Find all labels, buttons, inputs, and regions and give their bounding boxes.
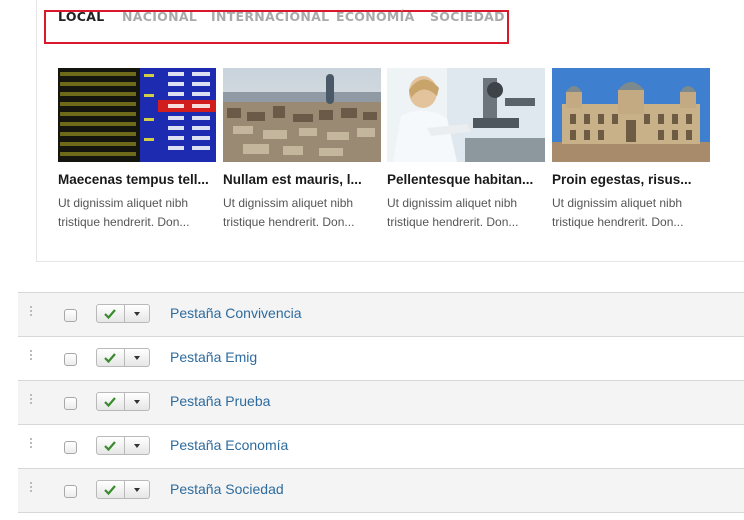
article-excerpt-line: Ut dignissim aliquet nibh bbox=[387, 196, 518, 210]
tab-sociedad[interactable]: SOCIEDAD bbox=[430, 9, 505, 24]
table-row: Pestaña Emig bbox=[18, 337, 744, 381]
city-skyline-image[interactable] bbox=[223, 68, 381, 162]
row-title-link[interactable]: Pestaña Convivencia bbox=[170, 305, 302, 321]
row-checkbox[interactable] bbox=[64, 309, 77, 322]
article-title[interactable]: Nullam est mauris, l... bbox=[223, 172, 381, 187]
tabs-list: Pestaña Convivencia Pestaña Emig Pestaña… bbox=[18, 292, 744, 513]
table-row: Pestaña Sociedad bbox=[18, 469, 744, 513]
article-excerpt-line: tristique hendrerit. Don... bbox=[552, 215, 684, 229]
row-title-link[interactable]: Pestaña Sociedad bbox=[170, 481, 284, 497]
article-excerpt: Ut dignissim aliquet nibh tristique hend… bbox=[387, 194, 545, 232]
article-excerpt-line: Ut dignissim aliquet nibh bbox=[58, 196, 189, 210]
article-excerpt-line: tristique hendrerit. Don... bbox=[387, 215, 519, 229]
status-dropdown-button[interactable] bbox=[125, 437, 149, 454]
row-checkbox[interactable] bbox=[64, 397, 77, 410]
status-toggle bbox=[96, 480, 150, 499]
status-toggle bbox=[96, 348, 150, 367]
check-icon bbox=[104, 441, 116, 452]
row-title-link[interactable]: Pestaña Prueba bbox=[170, 393, 270, 409]
tab-internacional[interactable]: INTERNACIONAL bbox=[211, 9, 329, 24]
status-dropdown-button[interactable] bbox=[125, 305, 149, 322]
article-excerpt-line: Ut dignissim aliquet nibh bbox=[552, 196, 683, 210]
article-excerpt: Ut dignissim aliquet nibh tristique hend… bbox=[58, 194, 216, 232]
row-checkbox[interactable] bbox=[64, 353, 77, 366]
table-row: Pestaña Convivencia bbox=[18, 293, 744, 337]
drag-handle-icon[interactable] bbox=[30, 306, 36, 320]
article-excerpt: Ut dignissim aliquet nibh tristique hend… bbox=[552, 194, 710, 232]
drag-handle-icon[interactable] bbox=[30, 482, 36, 496]
check-icon bbox=[104, 353, 116, 364]
tab-economia[interactable]: ECONOMÍA bbox=[336, 9, 415, 24]
drag-handle-icon[interactable] bbox=[30, 438, 36, 452]
status-dropdown-button[interactable] bbox=[125, 349, 149, 366]
table-row: Pestaña Economía bbox=[18, 425, 744, 469]
published-toggle-button[interactable] bbox=[97, 481, 125, 498]
article-excerpt-line: tristique hendrerit. Don... bbox=[223, 215, 355, 229]
article-excerpt-line: Ut dignissim aliquet nibh bbox=[223, 196, 354, 210]
article-card: Maecenas tempus tell... Ut dignissim ali… bbox=[58, 68, 216, 232]
row-checkbox[interactable] bbox=[64, 441, 77, 454]
article-title[interactable]: Maecenas tempus tell... bbox=[58, 172, 216, 187]
article-card: Nullam est mauris, l... Ut dignissim ali… bbox=[223, 68, 381, 232]
stock-board-image[interactable] bbox=[58, 68, 216, 162]
row-checkbox[interactable] bbox=[64, 485, 77, 498]
status-toggle bbox=[96, 436, 150, 455]
article-excerpt: Ut dignissim aliquet nibh tristique hend… bbox=[223, 194, 381, 232]
published-toggle-button[interactable] bbox=[97, 437, 125, 454]
tab-local[interactable]: LOCAL bbox=[58, 9, 104, 24]
drag-handle-icon[interactable] bbox=[30, 350, 36, 364]
check-icon bbox=[104, 309, 116, 320]
check-icon bbox=[104, 397, 116, 408]
table-row: Pestaña Prueba bbox=[18, 381, 744, 425]
article-card: Pellentesque habitan... Ut dignissim ali… bbox=[387, 68, 545, 232]
status-dropdown-button[interactable] bbox=[125, 481, 149, 498]
article-excerpt-line: tristique hendrerit. Don... bbox=[58, 215, 190, 229]
published-toggle-button[interactable] bbox=[97, 349, 125, 366]
article-card: Proin egestas, risus... Ut dignissim ali… bbox=[552, 68, 710, 232]
published-toggle-button[interactable] bbox=[97, 393, 125, 410]
drag-handle-icon[interactable] bbox=[30, 394, 36, 408]
article-title[interactable]: Proin egestas, risus... bbox=[552, 172, 710, 187]
status-toggle bbox=[96, 304, 150, 323]
check-icon bbox=[104, 485, 116, 496]
lab-scientist-image[interactable] bbox=[387, 68, 545, 162]
published-toggle-button[interactable] bbox=[97, 305, 125, 322]
article-title[interactable]: Pellentesque habitan... bbox=[387, 172, 545, 187]
status-dropdown-button[interactable] bbox=[125, 393, 149, 410]
tab-nacional[interactable]: NACIONAL bbox=[122, 9, 197, 24]
town-hall-image[interactable] bbox=[552, 68, 710, 162]
row-title-link[interactable]: Pestaña Economía bbox=[170, 437, 288, 453]
status-toggle bbox=[96, 392, 150, 411]
row-title-link[interactable]: Pestaña Emig bbox=[170, 349, 257, 365]
